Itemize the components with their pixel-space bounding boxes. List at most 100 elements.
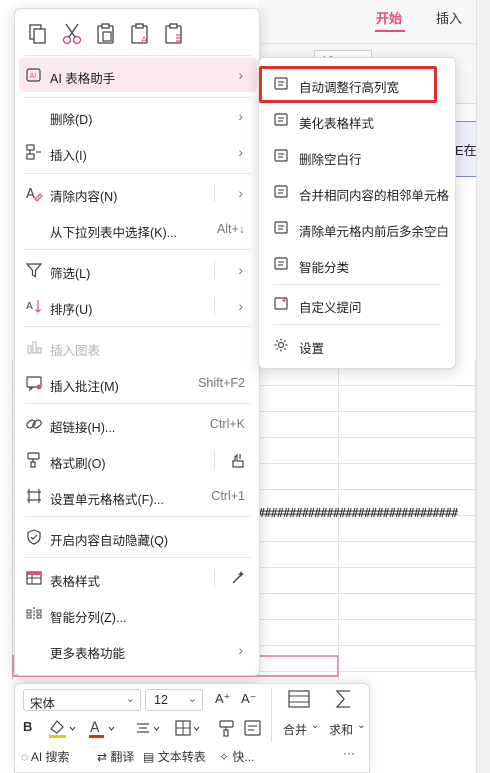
- translate-label: 翻译: [110, 750, 135, 764]
- toolbar-separator: [271, 688, 272, 742]
- menu-divider: [25, 403, 251, 404]
- submenu-item-label: 自定义提问: [299, 301, 362, 315]
- menu-item-auto-hide[interactable]: 开启内容自动隐藏(Q): [19, 520, 257, 554]
- submenu-item-beautify[interactable]: 美化表格样式: [263, 103, 453, 137]
- menu-item-smart-split[interactable]: 智能分列(Z)...: [19, 597, 257, 631]
- menu-item-more-table[interactable]: 更多表格功能 ›: [19, 633, 257, 667]
- align-button[interactable]: [133, 717, 163, 739]
- format-painter-icon: [25, 451, 43, 469]
- magic-wand-icon[interactable]: [229, 569, 247, 587]
- chevron-down-icon[interactable]: ⌄: [311, 720, 319, 731]
- copy-icon[interactable]: [25, 21, 51, 47]
- paste-format-icon[interactable]: [161, 21, 187, 47]
- menu-item-label: 删除(D): [50, 113, 93, 127]
- menu-divider: [25, 173, 251, 174]
- menu-item-format-painter[interactable]: 格式刷(O): [19, 443, 257, 477]
- svg-text:A: A: [26, 301, 33, 312]
- merge-icon[interactable]: [287, 688, 311, 710]
- comment-icon: [25, 374, 43, 392]
- chevron-down-icon: ⌄: [187, 693, 197, 705]
- menu-item-label: 开启内容自动隐藏(Q): [50, 534, 169, 548]
- ai-search-label: AI 搜索: [30, 750, 70, 764]
- menu-item-label: 更多表格功能: [50, 647, 126, 661]
- menu-item-insert-chart: 插入图表: [19, 330, 257, 364]
- clear-icon: A: [25, 184, 43, 202]
- paste-text-icon[interactable]: A: [127, 21, 153, 47]
- submenu-item-delete-blank-rows[interactable]: 删除空白行: [263, 139, 453, 173]
- menu-item-hyperlink[interactable]: 超链接(H)... Ctrl+K: [19, 407, 257, 441]
- filter-icon: [25, 261, 43, 279]
- cell-format-icon: [25, 487, 43, 505]
- merge-label[interactable]: 合并: [283, 721, 307, 738]
- cut-icon[interactable]: [59, 21, 85, 47]
- grow-font-button[interactable]: A⁺: [215, 691, 231, 707]
- chevron-down-icon[interactable]: ⌄: [357, 720, 365, 731]
- text-to-table-button[interactable]: ▤ 文本转表: [143, 748, 206, 765]
- menu-divider: [25, 326, 251, 327]
- shield-icon: [25, 528, 43, 546]
- menu-item-clear[interactable]: A 清除内容(N) ›: [19, 176, 257, 210]
- cell-style-icon[interactable]: [243, 717, 263, 739]
- format-painter-icon[interactable]: [217, 717, 237, 739]
- chevron-right-icon: ›: [238, 262, 243, 278]
- submenu-item-label: 删除空白行: [299, 153, 362, 167]
- menu-item-delete[interactable]: 删除(D) ›: [19, 99, 257, 133]
- sparkle-icon: ✧: [219, 750, 230, 764]
- submenu-item-merge-same[interactable]: 合并相同内容的相邻单元格: [263, 175, 453, 209]
- menu-divider: [25, 97, 251, 98]
- submenu-divider: [273, 284, 441, 285]
- submenu-item-smart-classify[interactable]: 智能分类: [263, 247, 453, 281]
- overflow-cell[interactable]: ################################: [258, 506, 476, 522]
- menu-item-sort[interactable]: A 排序(U) ›: [19, 289, 257, 323]
- format-painter-lock-icon[interactable]: [229, 451, 247, 469]
- menu-item-separator: [214, 451, 215, 469]
- shrink-font-button[interactable]: A⁻: [241, 691, 257, 707]
- border-button[interactable]: [173, 717, 203, 739]
- font-size-select[interactable]: 12 ⌄: [145, 689, 203, 711]
- submenu-item-custom-ask[interactable]: 自定义提问: [263, 287, 453, 321]
- submenu-item-settings[interactable]: 设置: [263, 328, 453, 362]
- translate-button[interactable]: ⇄ 翻译: [97, 748, 134, 765]
- sort-icon: A: [25, 297, 43, 315]
- menu-divider: [25, 516, 251, 517]
- menu-item-separator: [214, 297, 215, 315]
- svg-text:A: A: [90, 720, 100, 736]
- ribbon-tabs: 开始 插入: [258, 0, 490, 44]
- menu-item-filter[interactable]: 筛选(L) ›: [19, 253, 257, 287]
- menu-item-pick-from-list[interactable]: 从下拉列表中选择(K)... Alt+↓: [19, 212, 257, 246]
- table-style-icon: [25, 569, 43, 587]
- ai-doc-icon: [273, 112, 289, 128]
- font-name-value: 宋体: [30, 697, 56, 711]
- sum-icon[interactable]: [333, 688, 355, 710]
- tab-start[interactable]: 开始: [376, 8, 402, 27]
- menu-item-ai-assistant[interactable]: AI AI 表格助手 ›: [19, 58, 257, 92]
- vertical-scrollbar[interactable]: [476, 0, 490, 773]
- more-button[interactable]: ···: [343, 746, 355, 760]
- menu-item-label: 超链接(H)...: [50, 421, 116, 435]
- bold-button[interactable]: B: [23, 719, 32, 734]
- menu-item-label: 插入(I): [50, 149, 87, 163]
- ai-search-button[interactable]: ◌ AI 搜索: [21, 748, 70, 765]
- font-color-button[interactable]: A: [87, 717, 117, 739]
- ai-doc-icon: [273, 220, 289, 236]
- chevron-right-icon: ›: [238, 298, 243, 314]
- gear-icon: [273, 337, 289, 353]
- menu-item-insert-comment[interactable]: 插入批注(M) Shift+F2: [19, 366, 257, 400]
- chevron-right-icon: ›: [238, 67, 243, 83]
- ai-search-icon: ◌: [21, 750, 29, 764]
- menu-item-label: 从下拉列表中选择(K)...: [50, 226, 178, 240]
- quick-button[interactable]: ✧ 快...: [219, 748, 254, 765]
- menu-item-shortcut: Shift+F2: [198, 376, 245, 390]
- paste-icon[interactable]: [93, 21, 119, 47]
- sum-label[interactable]: 求和: [329, 721, 353, 738]
- menu-item-table-style[interactable]: 表格样式: [19, 561, 257, 595]
- font-name-select[interactable]: 宋体 ⌄: [23, 689, 141, 711]
- quick-label: 快...: [232, 750, 255, 764]
- tab-insert[interactable]: 插入: [436, 8, 462, 27]
- menu-item-cell-format[interactable]: 设置单元格格式(F)... Ctrl+1: [19, 479, 257, 513]
- fill-color-button[interactable]: [47, 717, 77, 739]
- menu-item-insert[interactable]: 插入(I) ›: [19, 135, 257, 169]
- menu-item-label: 表格样式: [50, 575, 101, 589]
- submenu-item-label: 设置: [299, 342, 325, 356]
- submenu-item-trim-spaces[interactable]: 清除单元格内前后多余空白: [263, 211, 453, 245]
